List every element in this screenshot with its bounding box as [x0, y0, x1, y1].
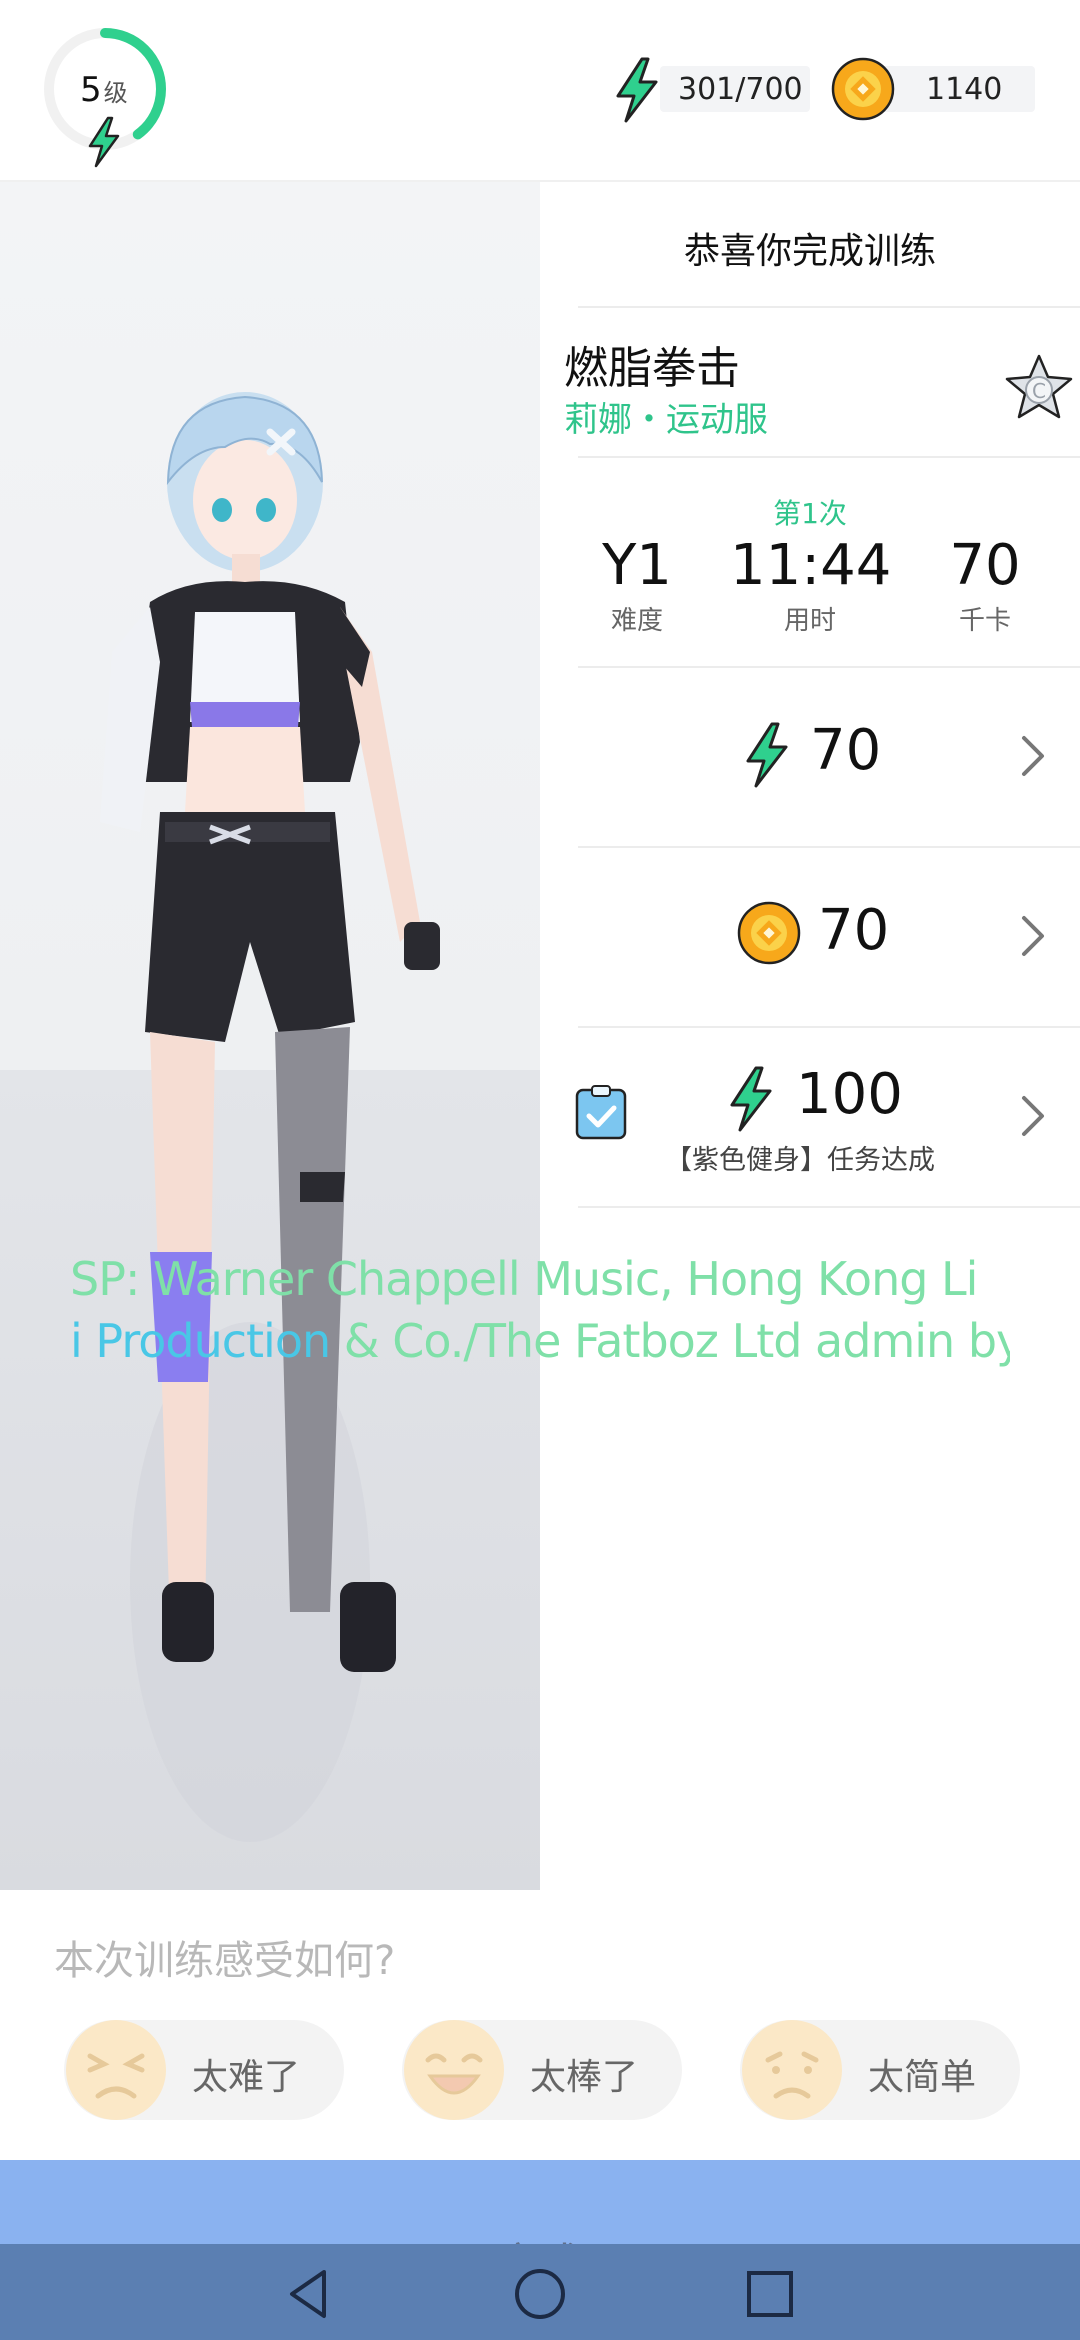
- feedback-too-easy-button[interactable]: 太简单: [740, 2020, 1020, 2120]
- lightning-icon: [88, 116, 120, 168]
- attempt-label: 第1次: [773, 497, 847, 530]
- lightning-icon: [730, 1066, 772, 1132]
- clipboard-check-icon: [575, 1085, 627, 1140]
- metric-value: 70: [949, 533, 1021, 598]
- energy-reward-row[interactable]: 70: [540, 668, 1080, 846]
- workout-subtitle: 莉娜・运动服: [564, 400, 768, 440]
- character-view[interactable]: [0, 182, 540, 1890]
- energy-value: 301/700: [678, 72, 803, 107]
- character-illustration: [100, 392, 440, 1842]
- chevron-right-icon: [1022, 1096, 1044, 1136]
- workout-name: 燃脂拳击: [564, 343, 740, 394]
- feedback-too-hard-button[interactable]: 太难了: [64, 2020, 344, 2120]
- level-label: 5级: [80, 70, 128, 110]
- coin-icon: [737, 901, 801, 965]
- task-reward-label: 【紫色健身】任务达成: [665, 1145, 935, 1176]
- metric-time: 11:44 用时: [730, 533, 892, 637]
- divider: [578, 1206, 1080, 1208]
- metric-calories: 70 千卡: [910, 534, 1060, 637]
- congrats-title: 恭喜你完成训练: [683, 231, 936, 272]
- feedback-great-button[interactable]: 太棒了: [402, 2020, 682, 2120]
- system-nav-bar: [0, 2244, 1080, 2340]
- feedback-label: 太简单: [868, 2057, 977, 2098]
- level-number: 5: [80, 70, 102, 110]
- sad-face-icon: [742, 2020, 842, 2120]
- metric-value: 11:44: [730, 533, 892, 598]
- metric-label: 难度: [610, 606, 663, 636]
- metric-value: Y1: [602, 533, 672, 598]
- lightning-icon: [616, 57, 658, 123]
- music-credit-line: i Production & Co./The Fatboz Ltd admin …: [70, 1314, 1010, 1368]
- laughing-face-icon: [404, 2020, 504, 2120]
- energy-counter[interactable]: 301/700: [660, 66, 810, 112]
- metric-label: 用时: [783, 606, 836, 636]
- task-reward-row[interactable]: 100 【紫色健身】任务达成: [540, 1028, 1080, 1206]
- metric-label: 千卡: [958, 606, 1011, 636]
- music-credit-highlight: i Production: [70, 1314, 331, 1368]
- coin-reward-value: 70: [818, 898, 890, 963]
- level-unit: 级: [103, 79, 128, 107]
- coin-icon: [831, 57, 895, 121]
- back-icon[interactable]: [282, 2266, 338, 2322]
- chevron-right-icon: [1022, 916, 1044, 956]
- music-credit-rest: & Co./The Fatboz Ltd admin by: [330, 1314, 1010, 1368]
- energy-reward-value: 70: [810, 718, 882, 783]
- grade-letter: C: [1032, 379, 1046, 403]
- divider: [578, 456, 1080, 458]
- home-icon[interactable]: [512, 2266, 568, 2322]
- feedback-label: 太难了: [192, 2057, 301, 2098]
- result-panel: 恭喜你完成训练 燃脂拳击 莉娜・运动服 C 第1次 Y1 难度 11:44 用时…: [540, 182, 1080, 1890]
- divider: [578, 306, 1080, 308]
- feedback-question: 本次训练感受如何?: [54, 1938, 396, 1984]
- frown-face-icon: [66, 2020, 166, 2120]
- lightning-icon: [746, 722, 788, 788]
- top-bar: 5级 301/700 1140: [0, 0, 1080, 182]
- recents-icon[interactable]: [742, 2266, 798, 2322]
- feedback-label: 太棒了: [530, 2057, 639, 2098]
- star-badge-icon[interactable]: C: [1004, 352, 1074, 422]
- metric-difficulty: Y1 难度: [562, 534, 712, 637]
- coin-reward-row[interactable]: 70: [540, 848, 1080, 1026]
- coin-value: 1140: [926, 72, 1003, 107]
- music-credit-line: SP: Warner Chappell Music, Hong Kong Li: [70, 1252, 978, 1306]
- chevron-right-icon: [1022, 736, 1044, 776]
- task-reward-value: 100: [796, 1062, 903, 1127]
